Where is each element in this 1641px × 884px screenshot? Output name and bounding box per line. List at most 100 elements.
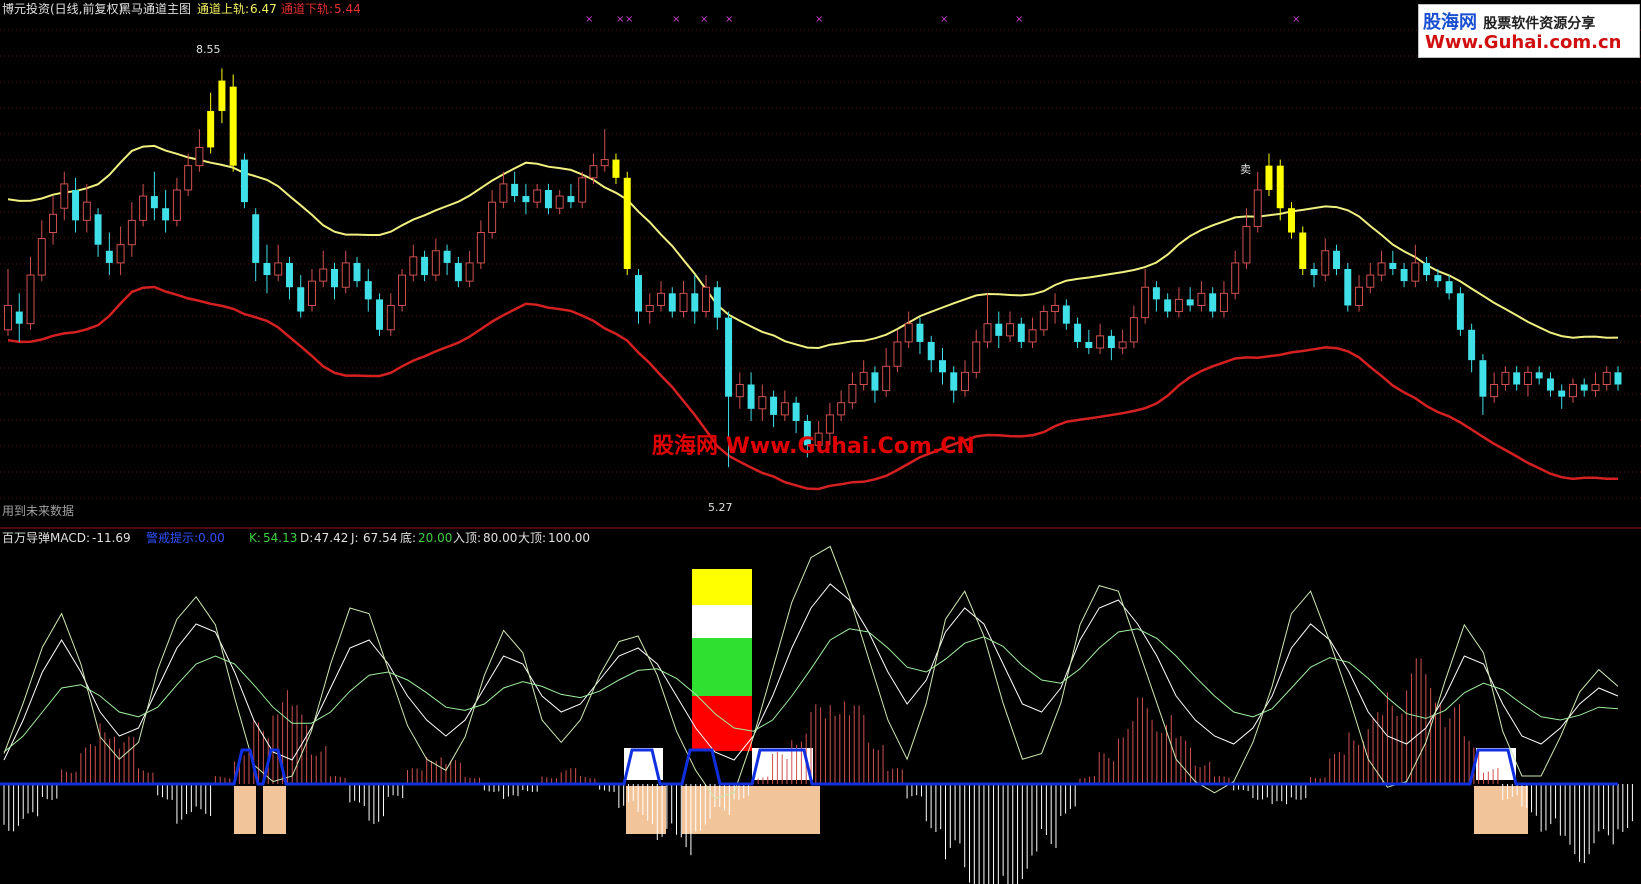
candle-body [679, 292, 688, 313]
macd-value: -11.69 [92, 531, 131, 545]
candle-body [499, 183, 508, 203]
missile-upper [692, 605, 752, 638]
candle-body [285, 262, 293, 288]
bottom-label: 底: [400, 530, 416, 545]
candle-body [1523, 371, 1532, 385]
candle-body [82, 201, 91, 221]
candle-body [94, 214, 102, 245]
candle-body [1299, 232, 1307, 269]
candle-body [735, 384, 744, 398]
candle-body [1580, 384, 1588, 391]
candle-body [1546, 378, 1554, 391]
candle-body [431, 250, 440, 276]
top-label: 大顶: [518, 531, 546, 545]
candle-body [1253, 189, 1262, 227]
candle-body [60, 183, 69, 209]
candle-body [274, 262, 283, 276]
candle-body [1242, 225, 1251, 264]
signal-mark: × [625, 14, 633, 25]
d-label: D: [300, 531, 313, 545]
candle-body [443, 250, 451, 263]
candle-body [1039, 311, 1048, 331]
candle-body [1411, 262, 1420, 282]
bottom-zone [1474, 786, 1528, 834]
signal-mark: × [585, 14, 593, 25]
candle-body [612, 159, 620, 178]
stock-name: 博元投资 [2, 1, 50, 16]
candle-body [1366, 274, 1375, 288]
candle-body [916, 323, 924, 342]
candle-body [1501, 371, 1510, 385]
candle-body [1051, 304, 1060, 313]
j-value: 67.54 [363, 531, 397, 545]
candle-body [184, 165, 193, 191]
candle-body [848, 384, 857, 404]
candle-body [837, 402, 846, 416]
watermark: 股海网 Www.Guhai.Com.CN [652, 434, 975, 459]
candle-body [983, 323, 992, 343]
candle-body [567, 196, 575, 203]
candle-body [1568, 384, 1577, 398]
candle-body [127, 219, 136, 246]
candle-body [871, 372, 879, 391]
candle-body [105, 250, 113, 263]
candle-body [792, 402, 800, 421]
candle-body [1479, 360, 1487, 397]
candle-body [1400, 269, 1408, 282]
candle-body [1377, 262, 1386, 276]
candle-body [1265, 165, 1273, 190]
candle-body [307, 280, 316, 306]
signal-marks: × × × × × × × × × × [585, 14, 1300, 25]
missile-top [692, 569, 752, 605]
candle-body [364, 281, 372, 300]
signal-mark: × [672, 14, 680, 25]
j-label: J: [350, 531, 359, 545]
site-logo: 股海网 股票软件资源分享 Www.Guhai.com.cn [1418, 4, 1640, 58]
macd-histogram [3, 658, 1633, 884]
candle-body [1152, 287, 1160, 300]
candle-body [319, 268, 328, 282]
candle-body [1468, 329, 1476, 361]
candle-body [555, 195, 564, 209]
candle-body [1490, 384, 1499, 398]
candle-body [544, 189, 552, 209]
macd-label: MACD: [50, 531, 90, 545]
candle-body [600, 159, 609, 167]
candle-body [1028, 329, 1037, 343]
candle-body [657, 292, 665, 306]
signal-mark: × [815, 14, 823, 25]
upper-band-line [7, 144, 1619, 350]
candle-body [1129, 317, 1138, 343]
lower-band-value: 5.44 [334, 2, 361, 16]
future-data-notice: 用到未来数据 [2, 503, 74, 518]
bottom-zone [682, 786, 820, 834]
candle-body [1118, 341, 1127, 349]
lower-band-label: 通道下轨: [281, 2, 333, 16]
candle-body [1288, 208, 1295, 233]
signal-mark: × [725, 14, 733, 25]
logo-slogan: 股票软件资源分享 [1483, 16, 1596, 32]
candle-body [1107, 335, 1115, 349]
candle-body [172, 189, 181, 221]
missile-middle [692, 638, 752, 696]
candle-body [162, 208, 170, 221]
upper-band-value: 6.47 [250, 2, 277, 16]
logo-brand: 股海网 [1423, 12, 1477, 33]
candle-body [195, 146, 204, 167]
candle-body [725, 317, 733, 397]
candle-body [578, 177, 587, 203]
candle-body [421, 256, 429, 276]
signal-label: 警戒提示: [146, 530, 198, 545]
candle-body [623, 177, 631, 269]
signal-mark: × [940, 14, 948, 25]
candle-body [780, 402, 789, 416]
candle-body [1602, 371, 1611, 385]
candle-body [1096, 335, 1105, 349]
signal-value: 0.00 [198, 531, 225, 545]
candle-body [713, 287, 721, 318]
candle-body [995, 323, 1003, 336]
candle-body [1434, 275, 1442, 282]
candle-body [229, 86, 237, 166]
candle-body [511, 183, 519, 197]
candle-body [747, 384, 755, 409]
